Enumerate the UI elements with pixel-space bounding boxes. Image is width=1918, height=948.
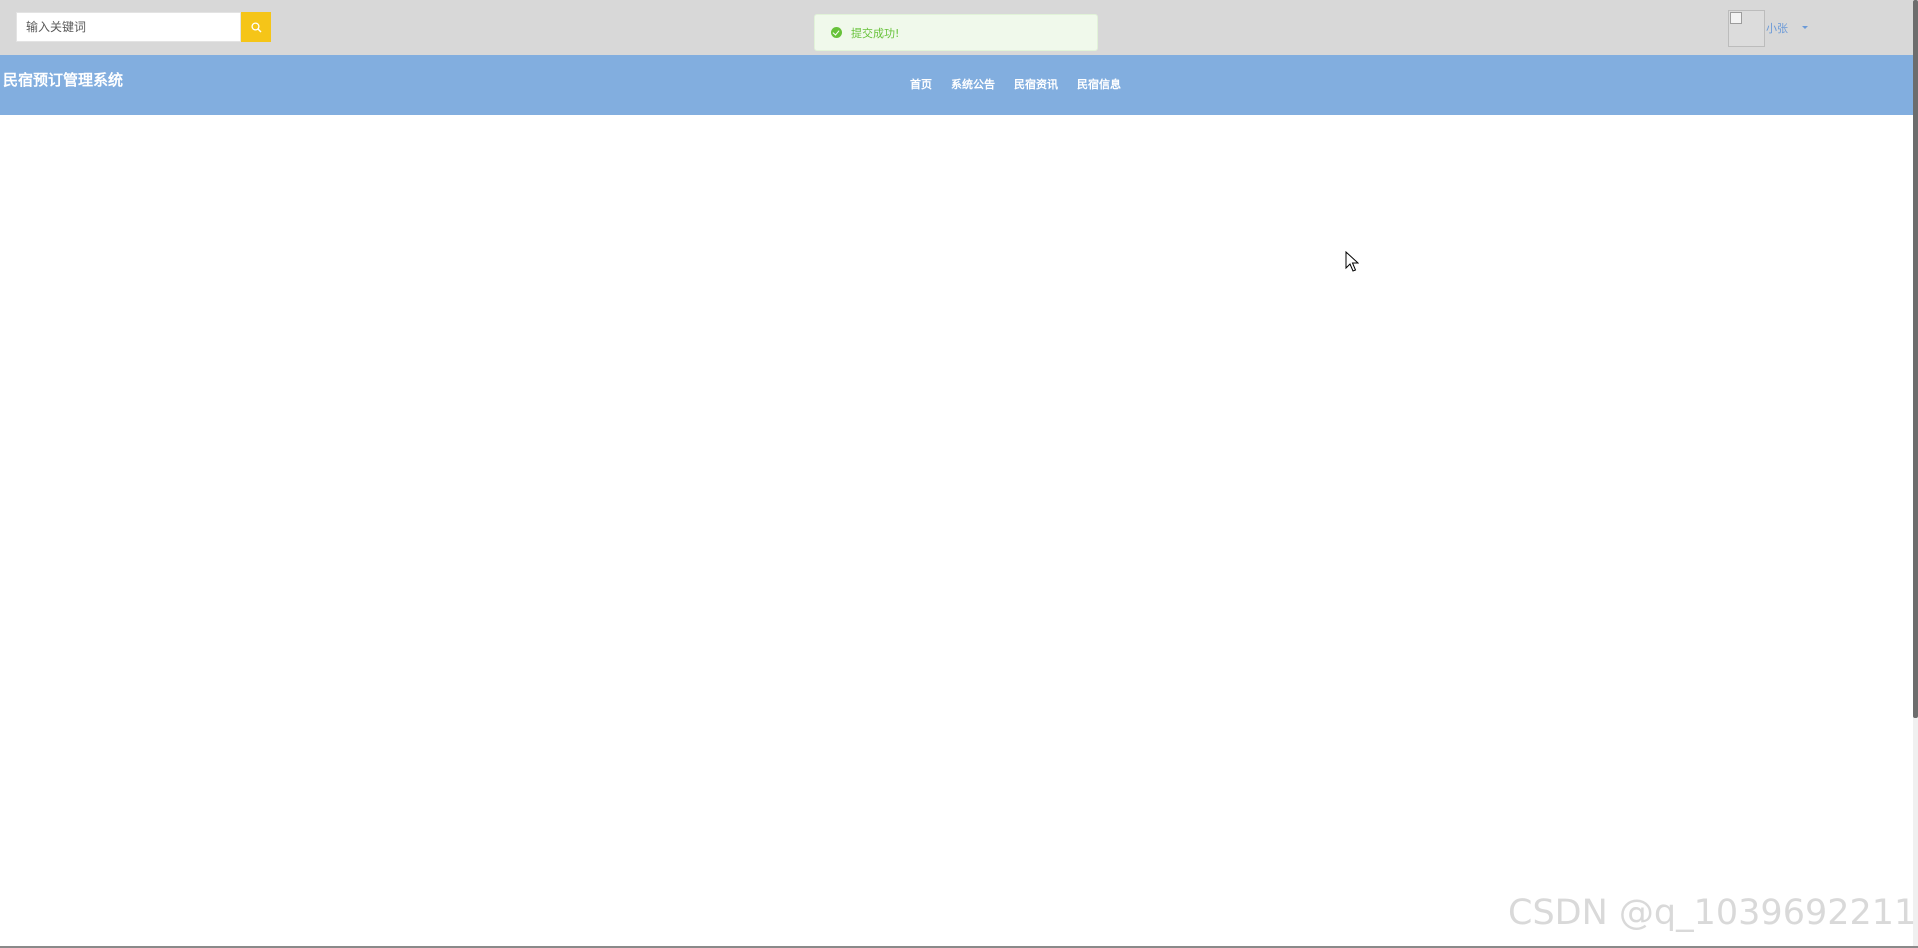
nav-item-announcements[interactable]: 系统公告 <box>951 76 995 92</box>
site-title: 民宿预订管理系统 <box>3 71 124 89</box>
nav-item-home[interactable]: 首页 <box>910 76 932 92</box>
success-check-icon <box>831 27 842 38</box>
nav-item-news[interactable]: 民宿资讯 <box>1014 76 1058 92</box>
search-input[interactable] <box>16 12 241 42</box>
nav-item-homestay-info[interactable]: 民宿信息 <box>1077 76 1121 92</box>
top-bar: 提交成功! 小张 <box>0 0 1913 55</box>
nav-menu: 首页 系统公告 民宿资讯 民宿信息 <box>910 76 1121 92</box>
watermark: CSDN @q_1039692211 <box>1508 893 1917 933</box>
mouse-cursor-icon <box>1345 251 1359 272</box>
page: 提交成功! 小张 民宿预订管理系统 首页 系统公告 民宿资讯 民宿信息 CSDN… <box>0 0 1918 948</box>
avatar[interactable] <box>1728 10 1765 47</box>
scrollbar-thumb[interactable] <box>1913 0 1918 718</box>
user-name[interactable]: 小张 <box>1766 20 1788 36</box>
success-toast: 提交成功! <box>814 14 1098 51</box>
chevron-down-icon[interactable] <box>1802 26 1808 29</box>
nav-bar: 民宿预订管理系统 首页 系统公告 民宿资讯 民宿信息 <box>0 55 1913 115</box>
search-icon <box>250 21 261 32</box>
toast-message: 提交成功! <box>851 26 900 40</box>
search-button[interactable] <box>241 12 271 42</box>
